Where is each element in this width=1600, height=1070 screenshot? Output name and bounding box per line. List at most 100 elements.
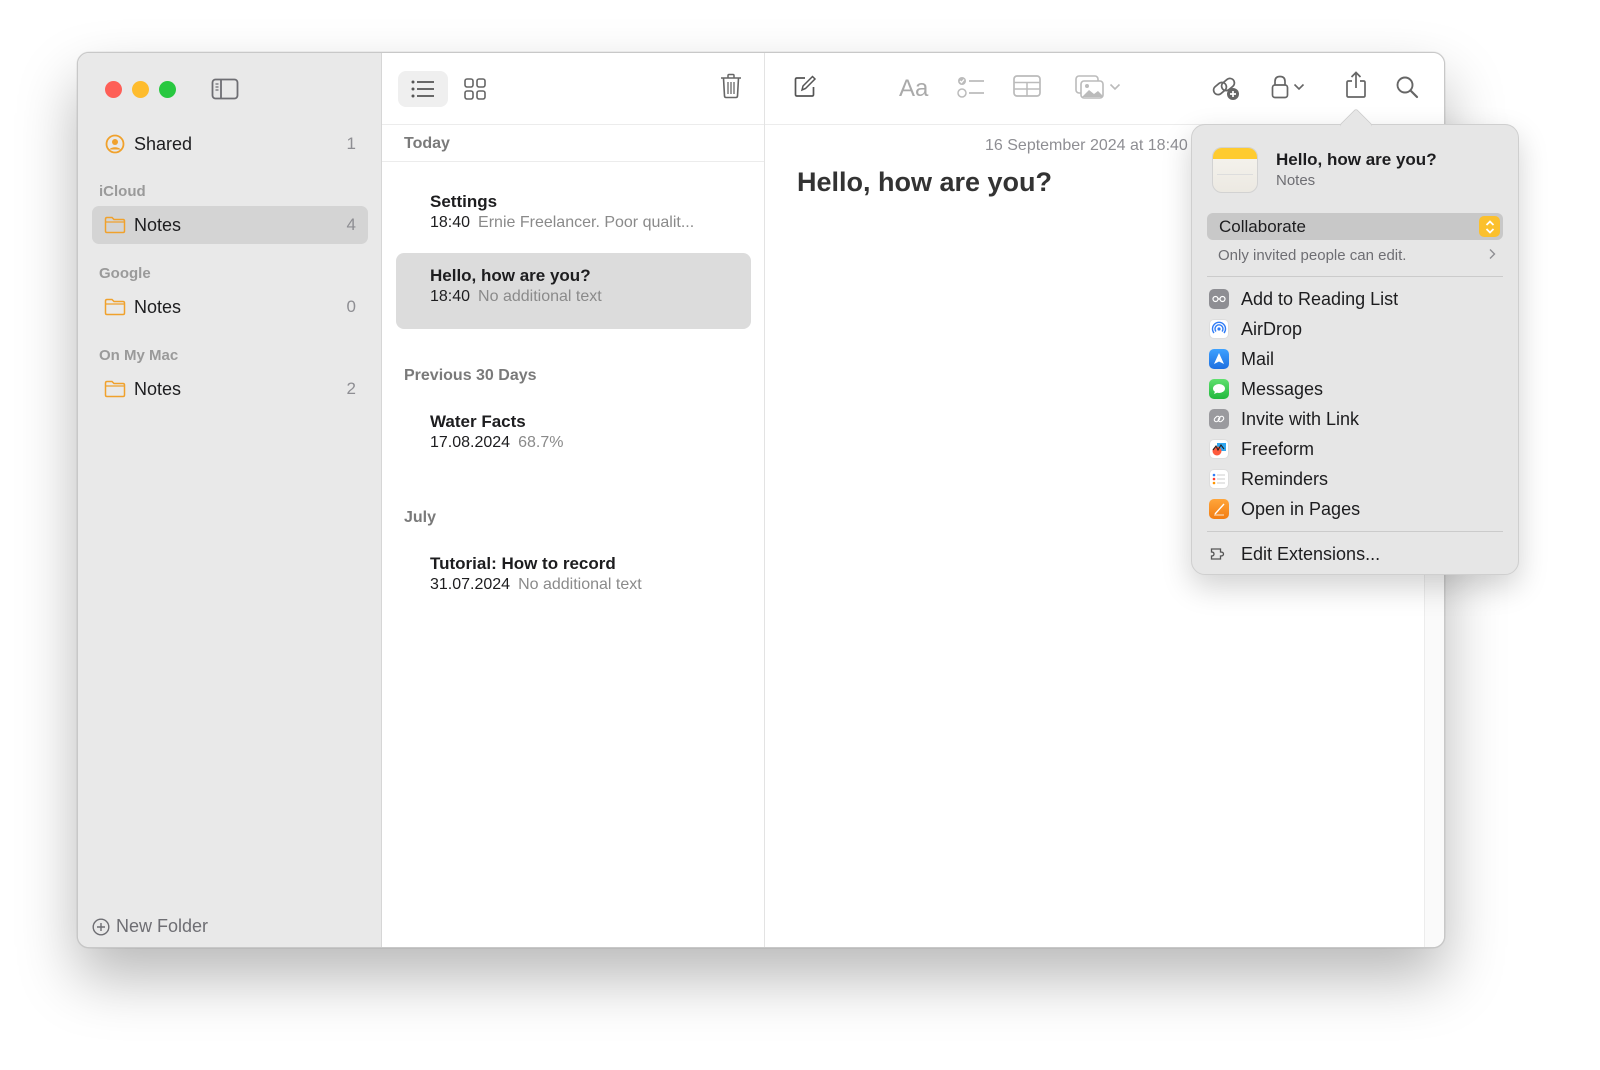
collaborate-button[interactable]	[1211, 75, 1241, 101]
note-title: Water Facts	[430, 412, 526, 431]
sidebar-item-label: Shared	[134, 133, 193, 154]
messages-icon	[1209, 379, 1229, 399]
link-plus-icon	[1212, 77, 1239, 100]
note-timestamp: 16 September 2024 at 18:40	[985, 137, 1188, 154]
share-option-label: Add to Reading List	[1241, 288, 1399, 309]
chevron-down-icon	[1109, 83, 1121, 91]
share-option-reminders[interactable]: Reminders	[1209, 465, 1503, 493]
edit-extensions-label: Edit Extensions...	[1241, 543, 1381, 564]
minimize-button[interactable]	[132, 81, 149, 98]
chevron-right-icon	[1488, 247, 1496, 264]
share-note-title: Hello, how are you?	[1276, 150, 1437, 169]
sidebar-item-count: 1	[346, 134, 356, 153]
pages-icon	[1209, 499, 1229, 519]
note-date: 18:40	[430, 288, 471, 305]
share-mode-value: Collaborate	[1219, 216, 1306, 236]
note-snippet: Ernie Freelancer. Poor qualit...	[478, 214, 695, 231]
folder-icon	[104, 378, 126, 400]
share-popover: Hello, how are you? Notes Collaborate On…	[1191, 108, 1519, 575]
note-list-item-selected[interactable]: Hello, how are you? 18:40 No additional t…	[396, 253, 751, 329]
share-button[interactable]	[1345, 71, 1367, 99]
format-button[interactable]: Aa	[899, 75, 928, 103]
photo-icon	[1075, 75, 1104, 99]
group-header-july: July	[404, 509, 437, 526]
permission-settings-link[interactable]: Only invited people can edit.	[1218, 247, 1496, 264]
link-icon	[1209, 409, 1229, 429]
group-header-today: Today	[404, 135, 450, 152]
checklist-button[interactable]	[957, 75, 985, 99]
share-option-label: Messages	[1241, 378, 1324, 399]
share-option-label: AirDrop	[1241, 318, 1303, 339]
share-option-pages[interactable]: Open in Pages	[1209, 495, 1503, 523]
sidebar-item-label: Notes	[134, 214, 182, 235]
sidebar-item-count: 4	[346, 215, 356, 234]
close-button[interactable]	[105, 81, 122, 98]
chevron-down-icon	[1293, 83, 1305, 91]
share-option-messages[interactable]: Messages	[1209, 375, 1503, 403]
delete-button[interactable]	[720, 73, 742, 104]
media-button[interactable]	[1075, 75, 1121, 99]
list-view-button[interactable]	[398, 71, 448, 107]
reading-list-icon	[1209, 289, 1229, 309]
divider	[1207, 276, 1503, 277]
new-note-button[interactable]	[793, 75, 817, 99]
share-option-invite-link[interactable]: Invite with Link	[1209, 405, 1503, 433]
share-option-label: Invite with Link	[1241, 408, 1360, 429]
table-icon	[1013, 75, 1041, 97]
folder-icon	[104, 296, 126, 318]
lock-button[interactable]	[1271, 75, 1305, 99]
gallery-view-button[interactable]	[450, 71, 500, 107]
sidebar-item-google-notes[interactable]: Notes 0	[92, 288, 368, 326]
permission-text: Only invited people can edit.	[1218, 247, 1407, 264]
trash-icon	[721, 73, 741, 99]
search-icon	[1396, 76, 1419, 99]
editor-toolbar: Aa	[765, 53, 1444, 125]
sidebar-item-icloud-notes[interactable]: Notes 4	[92, 206, 368, 244]
plus-circle-icon	[92, 917, 110, 936]
sidebar-item-count: 0	[346, 297, 356, 316]
section-header-google: Google	[99, 265, 151, 282]
share-option-label: Mail	[1241, 348, 1275, 369]
share-option-freeform[interactable]: Freeform	[1209, 435, 1503, 463]
compose-icon	[794, 75, 817, 97]
lock-icon	[1271, 75, 1289, 99]
sidebar-item-shared[interactable]: Shared 1	[92, 125, 368, 163]
sidebar-toggle-button[interactable]	[211, 78, 239, 100]
zoom-button[interactable]	[159, 81, 176, 98]
note-snippet: No additional text	[518, 576, 642, 593]
edit-extensions-button[interactable]: Edit Extensions...	[1209, 540, 1503, 568]
sidebar-item-label: Notes	[134, 296, 182, 317]
table-button[interactable]	[1013, 75, 1041, 97]
format-label: Aa	[899, 75, 929, 102]
share-option-mail[interactable]: Mail	[1209, 345, 1503, 373]
note-title: Hello, how are you?	[430, 266, 591, 285]
share-option-label: Freeform	[1241, 438, 1315, 459]
share-option-label: Open in Pages	[1241, 498, 1361, 519]
group-header-previous-30-days: Previous 30 Days	[404, 367, 537, 384]
note-body-title[interactable]: Hello, how are you?	[797, 167, 1052, 198]
divider	[382, 161, 764, 162]
note-list-item[interactable]: Water Facts 17.08.2024 68.7%	[396, 399, 751, 475]
note-date: 18:40	[430, 214, 471, 231]
note-title: Settings	[430, 192, 498, 211]
folder-icon	[104, 214, 126, 236]
share-header: Hello, how are you? Notes	[1212, 147, 1437, 193]
new-folder-button[interactable]: New Folder	[92, 916, 208, 937]
share-option-airdrop[interactable]: AirDrop	[1209, 315, 1503, 343]
note-list-item[interactable]: Tutorial: How to record 31.07.2024 No add…	[396, 541, 751, 617]
up-down-chevron-icon	[1479, 216, 1500, 237]
note-list: Today Settings 18:40 Ernie Freelancer. Po…	[382, 53, 765, 947]
window-controls	[105, 81, 176, 98]
grid-icon	[464, 78, 486, 100]
note-date: 31.07.2024	[430, 576, 511, 593]
note-list-toolbar	[382, 53, 764, 125]
search-button[interactable]	[1395, 75, 1419, 99]
share-mode-select[interactable]: Collaborate	[1207, 213, 1503, 240]
extensions-icon	[1209, 544, 1229, 564]
checklist-icon	[957, 77, 984, 98]
share-option-reading-list[interactable]: Add to Reading List	[1209, 285, 1503, 313]
sidebar-item-on-my-mac-notes[interactable]: Notes 2	[92, 370, 368, 408]
note-title: Tutorial: How to record	[430, 554, 616, 573]
note-list-item[interactable]: Settings 18:40 Ernie Freelancer. Poor qua…	[396, 179, 751, 255]
notes-app-icon	[1212, 147, 1258, 193]
